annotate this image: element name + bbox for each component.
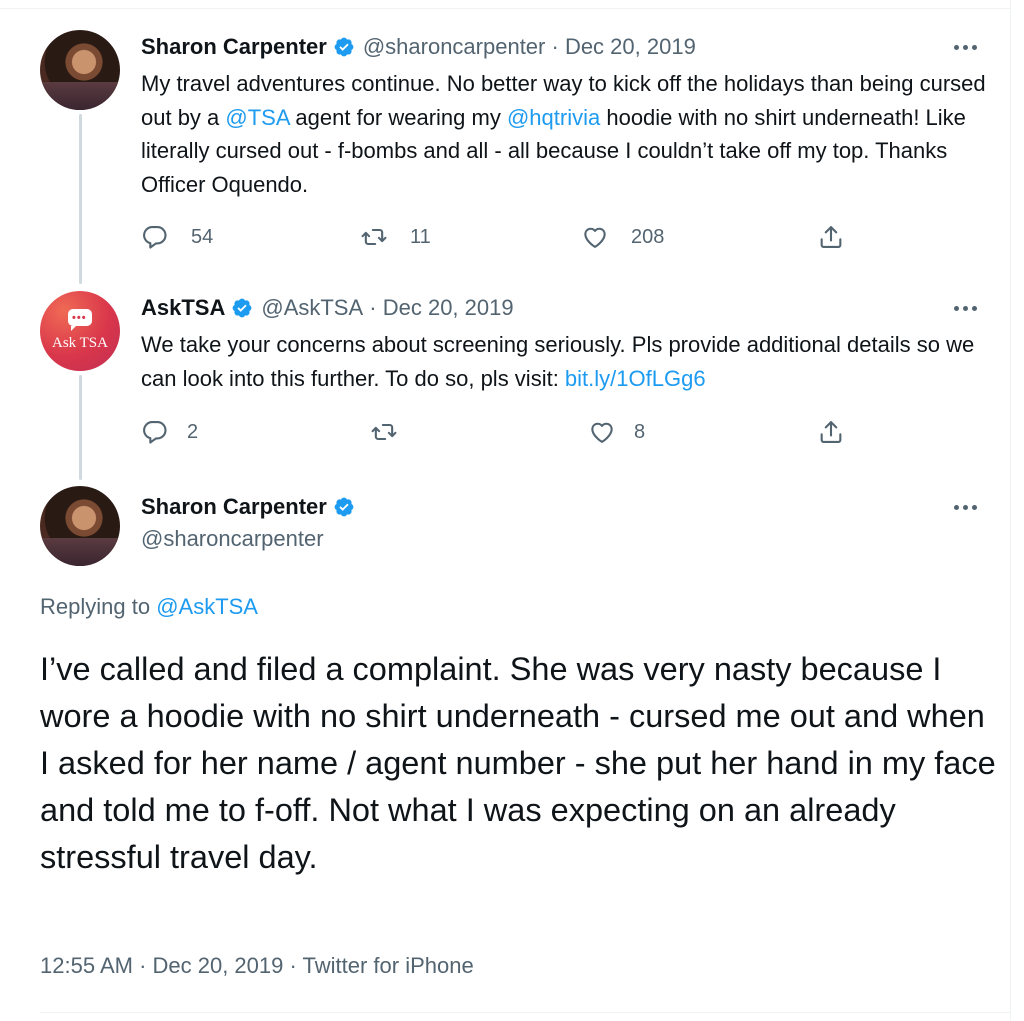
mention-link[interactable]: @AskTSA (156, 594, 258, 619)
tweet-thread: Sharon Carpenter @sharoncarpenter · Dec … (0, 0, 1011, 1021)
more-options-icon[interactable] (952, 502, 980, 512)
tweet-text: My travel adventures continue. No better… (141, 67, 991, 201)
like-button[interactable]: 208 (581, 222, 664, 252)
tweet-header: Sharon Carpenter @sharoncarpenter · Dec … (141, 32, 696, 62)
like-count: 8 (634, 420, 646, 443)
like-button[interactable]: 8 (588, 417, 645, 447)
url-link[interactable]: bit.ly/1OfLGg6 (565, 366, 706, 391)
handle[interactable]: @sharoncarpenter (141, 526, 324, 552)
replying-to: Replying to @AskTSA (40, 594, 258, 620)
tweet-header: AskTSA @AskTSA · Dec 20, 2019 (141, 293, 514, 323)
tweet-text: We take your concerns about screening se… (141, 328, 991, 395)
retweet-count: 11 (410, 225, 431, 248)
display-name[interactable]: AskTSA (141, 295, 225, 321)
avatar-logo-text: Ask TSA (52, 335, 108, 351)
retweet-button[interactable]: 11 (360, 222, 431, 252)
main-tweet-text: I’ve called and filed a complaint. She w… (40, 651, 996, 875)
handle[interactable]: @sharoncarpenter (363, 34, 546, 60)
reply-count: 54 (191, 225, 214, 248)
reply-button[interactable]: 2 (141, 417, 198, 447)
top-divider (0, 8, 1010, 9)
thread-line (79, 375, 82, 480)
thread-line (79, 114, 82, 284)
handle[interactable]: @AskTSA (261, 295, 363, 321)
main-tweet-author: Sharon Carpenter (141, 492, 363, 522)
avatar[interactable] (40, 30, 120, 110)
avatar[interactable] (40, 486, 120, 566)
reply-count: 2 (187, 420, 199, 443)
bottom-divider (40, 1012, 1010, 1013)
reply-button[interactable]: 54 (141, 222, 213, 252)
mention-link[interactable]: @TSA (225, 105, 289, 130)
verified-badge-icon (231, 297, 253, 319)
text-segment: agent for wearing my (289, 104, 507, 130)
display-name[interactable]: Sharon Carpenter (141, 494, 327, 520)
more-options-icon[interactable] (952, 42, 980, 52)
avatar[interactable]: ••• Ask TSA (40, 291, 120, 371)
verified-badge-icon (333, 36, 355, 58)
tweet-timestamp[interactable]: 12:55 AM · Dec 20, 2019 · Twitter for iP… (40, 953, 474, 979)
tweet-date[interactable]: Dec 20, 2019 (565, 34, 696, 60)
separator-dot: · (545, 34, 565, 59)
separator-dot: · (363, 295, 383, 320)
tweet-actions: 54 11 208 (141, 222, 861, 252)
mention-link[interactable]: @hqtrivia (507, 105, 600, 130)
tweet-actions: 2 8 (141, 417, 861, 447)
like-icon (581, 223, 609, 251)
text-segment: We take your concerns about screening se… (141, 332, 975, 391)
retweet-icon (370, 418, 398, 446)
reply-icon (141, 223, 169, 251)
chat-dots: ••• (72, 312, 87, 324)
like-icon (588, 418, 616, 446)
retweet-button[interactable] (370, 417, 398, 447)
share-button[interactable] (817, 417, 845, 447)
more-options-icon[interactable] (952, 303, 980, 313)
retweet-icon (360, 223, 388, 251)
like-count: 208 (631, 225, 665, 248)
tweet-date[interactable]: Dec 20, 2019 (383, 295, 514, 321)
replying-prefix: Replying to (40, 594, 157, 619)
share-icon (817, 223, 845, 251)
share-button[interactable] (817, 222, 845, 252)
verified-badge-icon (333, 496, 355, 518)
reply-icon (141, 418, 169, 446)
display-name[interactable]: Sharon Carpenter (141, 34, 327, 60)
share-icon (817, 418, 845, 446)
